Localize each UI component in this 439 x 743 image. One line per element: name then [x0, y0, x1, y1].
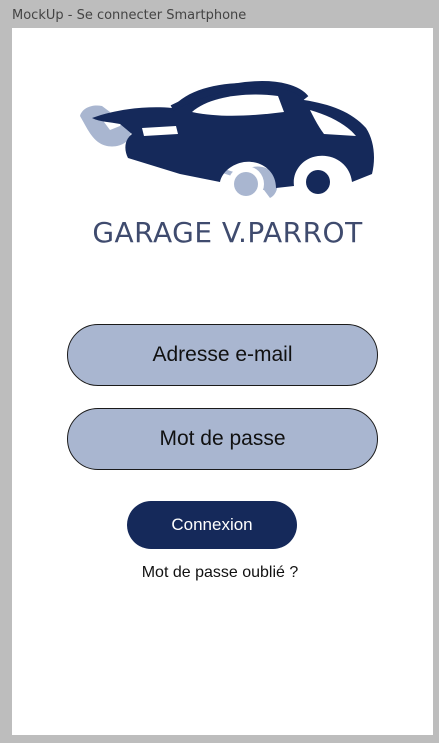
forgot-password-link[interactable]: Mot de passe oublié ?: [12, 564, 433, 582]
login-button-label: Connexion: [171, 515, 253, 534]
password-field-label: Mot de passe: [159, 427, 286, 450]
phone-screen: GARAGE V.PARROT Adresse e-mail Mot de pa…: [12, 28, 433, 735]
login-button[interactable]: Connexion: [127, 501, 297, 549]
email-field-label: Adresse e-mail: [152, 343, 293, 366]
car-and-wrench-logo-icon: [80, 81, 374, 200]
window-title: MockUp - Se connecter Smartphone: [12, 8, 247, 23]
email-field[interactable]: Adresse e-mail: [67, 324, 378, 386]
brand-name: GARAGE V.PARROT: [92, 216, 363, 249]
password-field[interactable]: Mot de passe: [67, 408, 378, 470]
